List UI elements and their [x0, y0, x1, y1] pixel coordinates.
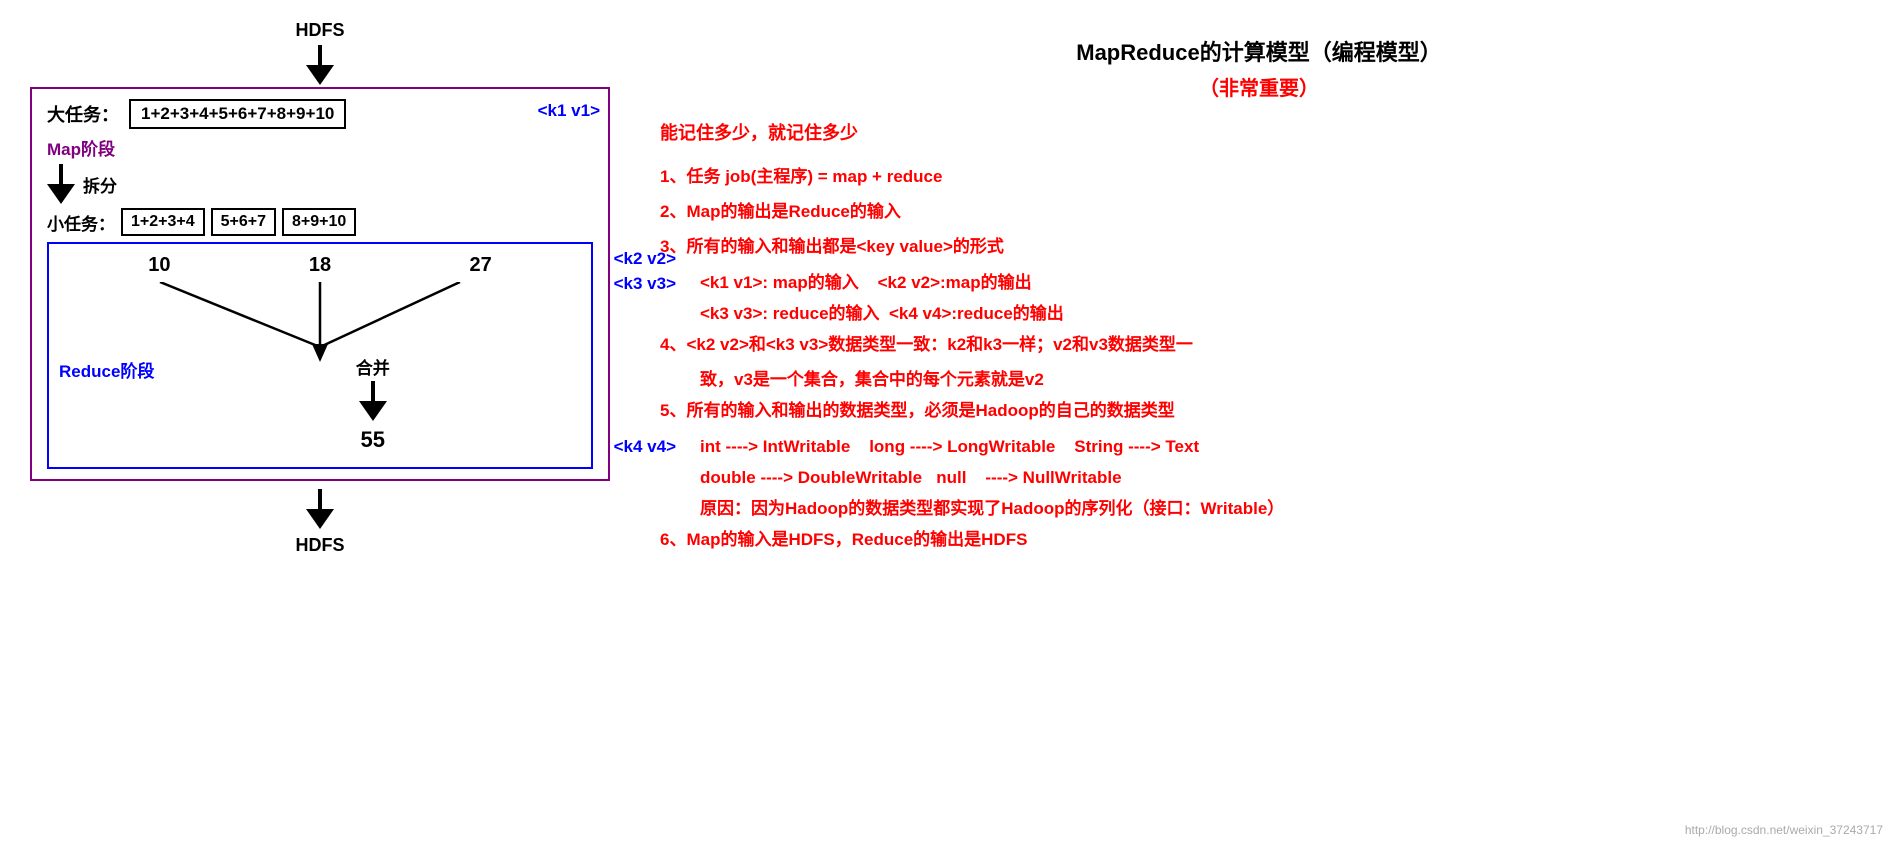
point-5-indent-2: double ----> DoubleWritable null ----> N…	[700, 464, 1858, 491]
arrow-hdfs-to-big	[306, 45, 334, 85]
point-2-text: Map的输出是Reduce的输入	[686, 202, 900, 221]
hdfs-bottom-label: HDFS	[296, 535, 345, 556]
kv4-label: <k4 v4>	[614, 437, 676, 457]
point-2: 2、Map的输出是Reduce的输入	[660, 198, 1858, 225]
point-2-number: 2、	[660, 202, 686, 221]
merge-label: 合并	[356, 354, 390, 379]
converge-svg	[59, 282, 581, 362]
kv2-label: <k2 v2>	[614, 249, 676, 269]
small-task-1: 1+2+3+4	[121, 208, 205, 236]
small-tasks-row: 小任务： 1+2+3+4 5+6+7 8+9+10	[47, 208, 593, 236]
number-10: 10	[148, 254, 170, 277]
memo-text: 能记住多少，就记住多少	[660, 119, 1858, 145]
point-4-indent-text: 致，v3是一个集合，集合中的每个元素就是v2	[700, 370, 1044, 389]
small-task-label: 小任务：	[47, 210, 115, 235]
split-label: 拆分	[83, 172, 117, 197]
point-3: 3、所有的输入和输出都是<key value>的形式	[660, 233, 1858, 260]
arrow-to-hdfs-bottom	[306, 489, 334, 529]
point-5-indent-2-text: double ----> DoubleWritable null ----> N…	[700, 468, 1122, 487]
small-task-3: 8+9+10	[282, 208, 356, 236]
right-header: MapReduce的计算模型（编程模型） （非常重要）	[660, 20, 1858, 101]
point-4-indent: 致，v3是一个集合，集合中的每个元素就是v2	[700, 366, 1858, 393]
point-6-text: Map的输入是HDFS，Reduce的输出是HDFS	[686, 530, 1027, 549]
subtitle: （非常重要）	[660, 72, 1858, 101]
diagram-area: HDFS 大任务： 1+2+3+4+5+6+7+8+9+10 <k1 v1> M…	[0, 0, 640, 849]
watermark: http://blog.csdn.net/weixin_37243717	[1685, 823, 1883, 837]
point-5-indent-1: int ----> IntWritable long ----> LongWri…	[700, 433, 1858, 460]
point-indent-2: <k3 v3>: reduce的输入 <k4 v4>:reduce的输出	[700, 300, 1858, 327]
point-5-number: 5、	[660, 401, 686, 420]
big-task-content: 1+2+3+4+5+6+7+8+9+10	[129, 99, 346, 129]
point-indent-1-text: <k1 v1>: map的输入 <k2 v2>:map的输出	[700, 273, 1032, 292]
page-container: HDFS 大任务： 1+2+3+4+5+6+7+8+9+10 <k1 v1> M…	[0, 0, 1898, 849]
big-task-label: 大任务：	[47, 101, 119, 127]
point-1-text: 任务 job(主程序) = map + reduce	[686, 167, 942, 186]
point-1-number: 1、	[660, 167, 686, 186]
big-task-box: 大任务： 1+2+3+4+5+6+7+8+9+10 <k1 v1> Map阶段 …	[30, 87, 610, 481]
reduce-merge-row: Reduce阶段 合并 55	[59, 352, 581, 457]
point-6: 6、Map的输入是HDFS，Reduce的输出是HDFS	[660, 526, 1858, 553]
number-27: 27	[470, 254, 492, 277]
point-indent-2-text: <k3 v3>: reduce的输入 <k4 v4>:reduce的输出	[700, 304, 1064, 323]
point-1: 1、任务 job(主程序) = map + reduce	[660, 163, 1858, 190]
small-task-2: 5+6+7	[211, 208, 276, 236]
main-title: MapReduce的计算模型（编程模型）	[660, 20, 1858, 72]
point-5-indent-3-text: 原因：因为Hadoop的数据类型都实现了Hadoop的序列化（接口：Writab…	[700, 499, 1284, 518]
point-6-number: 6、	[660, 530, 686, 549]
kv1-label: <k1 v1>	[538, 101, 600, 121]
text-area: MapReduce的计算模型（编程模型） （非常重要） 能记住多少，就记住多少 …	[640, 0, 1898, 849]
point-5-indent-3: 原因：因为Hadoop的数据类型都实现了Hadoop的序列化（接口：Writab…	[700, 495, 1858, 522]
point-5-text: 所有的输入和输出的数据类型，必须是Hadoop的自己的数据类型	[686, 401, 1174, 420]
points-list: 1、任务 job(主程序) = map + reduce 2、Map的输出是Re…	[660, 163, 1858, 553]
reduce-phase-label: Reduce阶段	[59, 357, 154, 382]
point-5: 5、所有的输入和输出的数据类型，必须是Hadoop的自己的数据类型	[660, 397, 1858, 424]
numbers-row: 10 18 27	[59, 254, 581, 277]
reduce-box: 10 18 27 <k2 v2> <k3 v3>	[47, 242, 593, 469]
hdfs-top-label: HDFS	[296, 20, 345, 41]
point-4-text: <k2 v2>和<k3 v3>数据类型一致：k2和k3一样；v2和v3数据类型一	[686, 335, 1192, 354]
map-phase-label: Map阶段	[47, 135, 593, 160]
point-4-number: 4、	[660, 335, 686, 354]
split-arrow	[47, 164, 75, 204]
result-number: 55	[360, 427, 384, 453]
point-3-text: 所有的输入和输出都是<key value>的形式	[686, 237, 1003, 256]
big-task-row: 大任务： 1+2+3+4+5+6+7+8+9+10 <k1 v1>	[47, 99, 593, 129]
kv3-label: <k3 v3>	[614, 274, 676, 294]
merge-row: 合并 55	[164, 354, 581, 457]
number-18: 18	[309, 254, 331, 277]
merge-arrow	[359, 381, 387, 421]
point-5-indent-1-text: int ----> IntWritable long ----> LongWri…	[700, 437, 1199, 456]
split-row: 拆分	[47, 164, 593, 204]
point-indent-1: <k1 v1>: map的输入 <k2 v2>:map的输出	[700, 269, 1858, 296]
point-4: 4、<k2 v2>和<k3 v3>数据类型一致：k2和k3一样；v2和v3数据类…	[660, 331, 1858, 358]
